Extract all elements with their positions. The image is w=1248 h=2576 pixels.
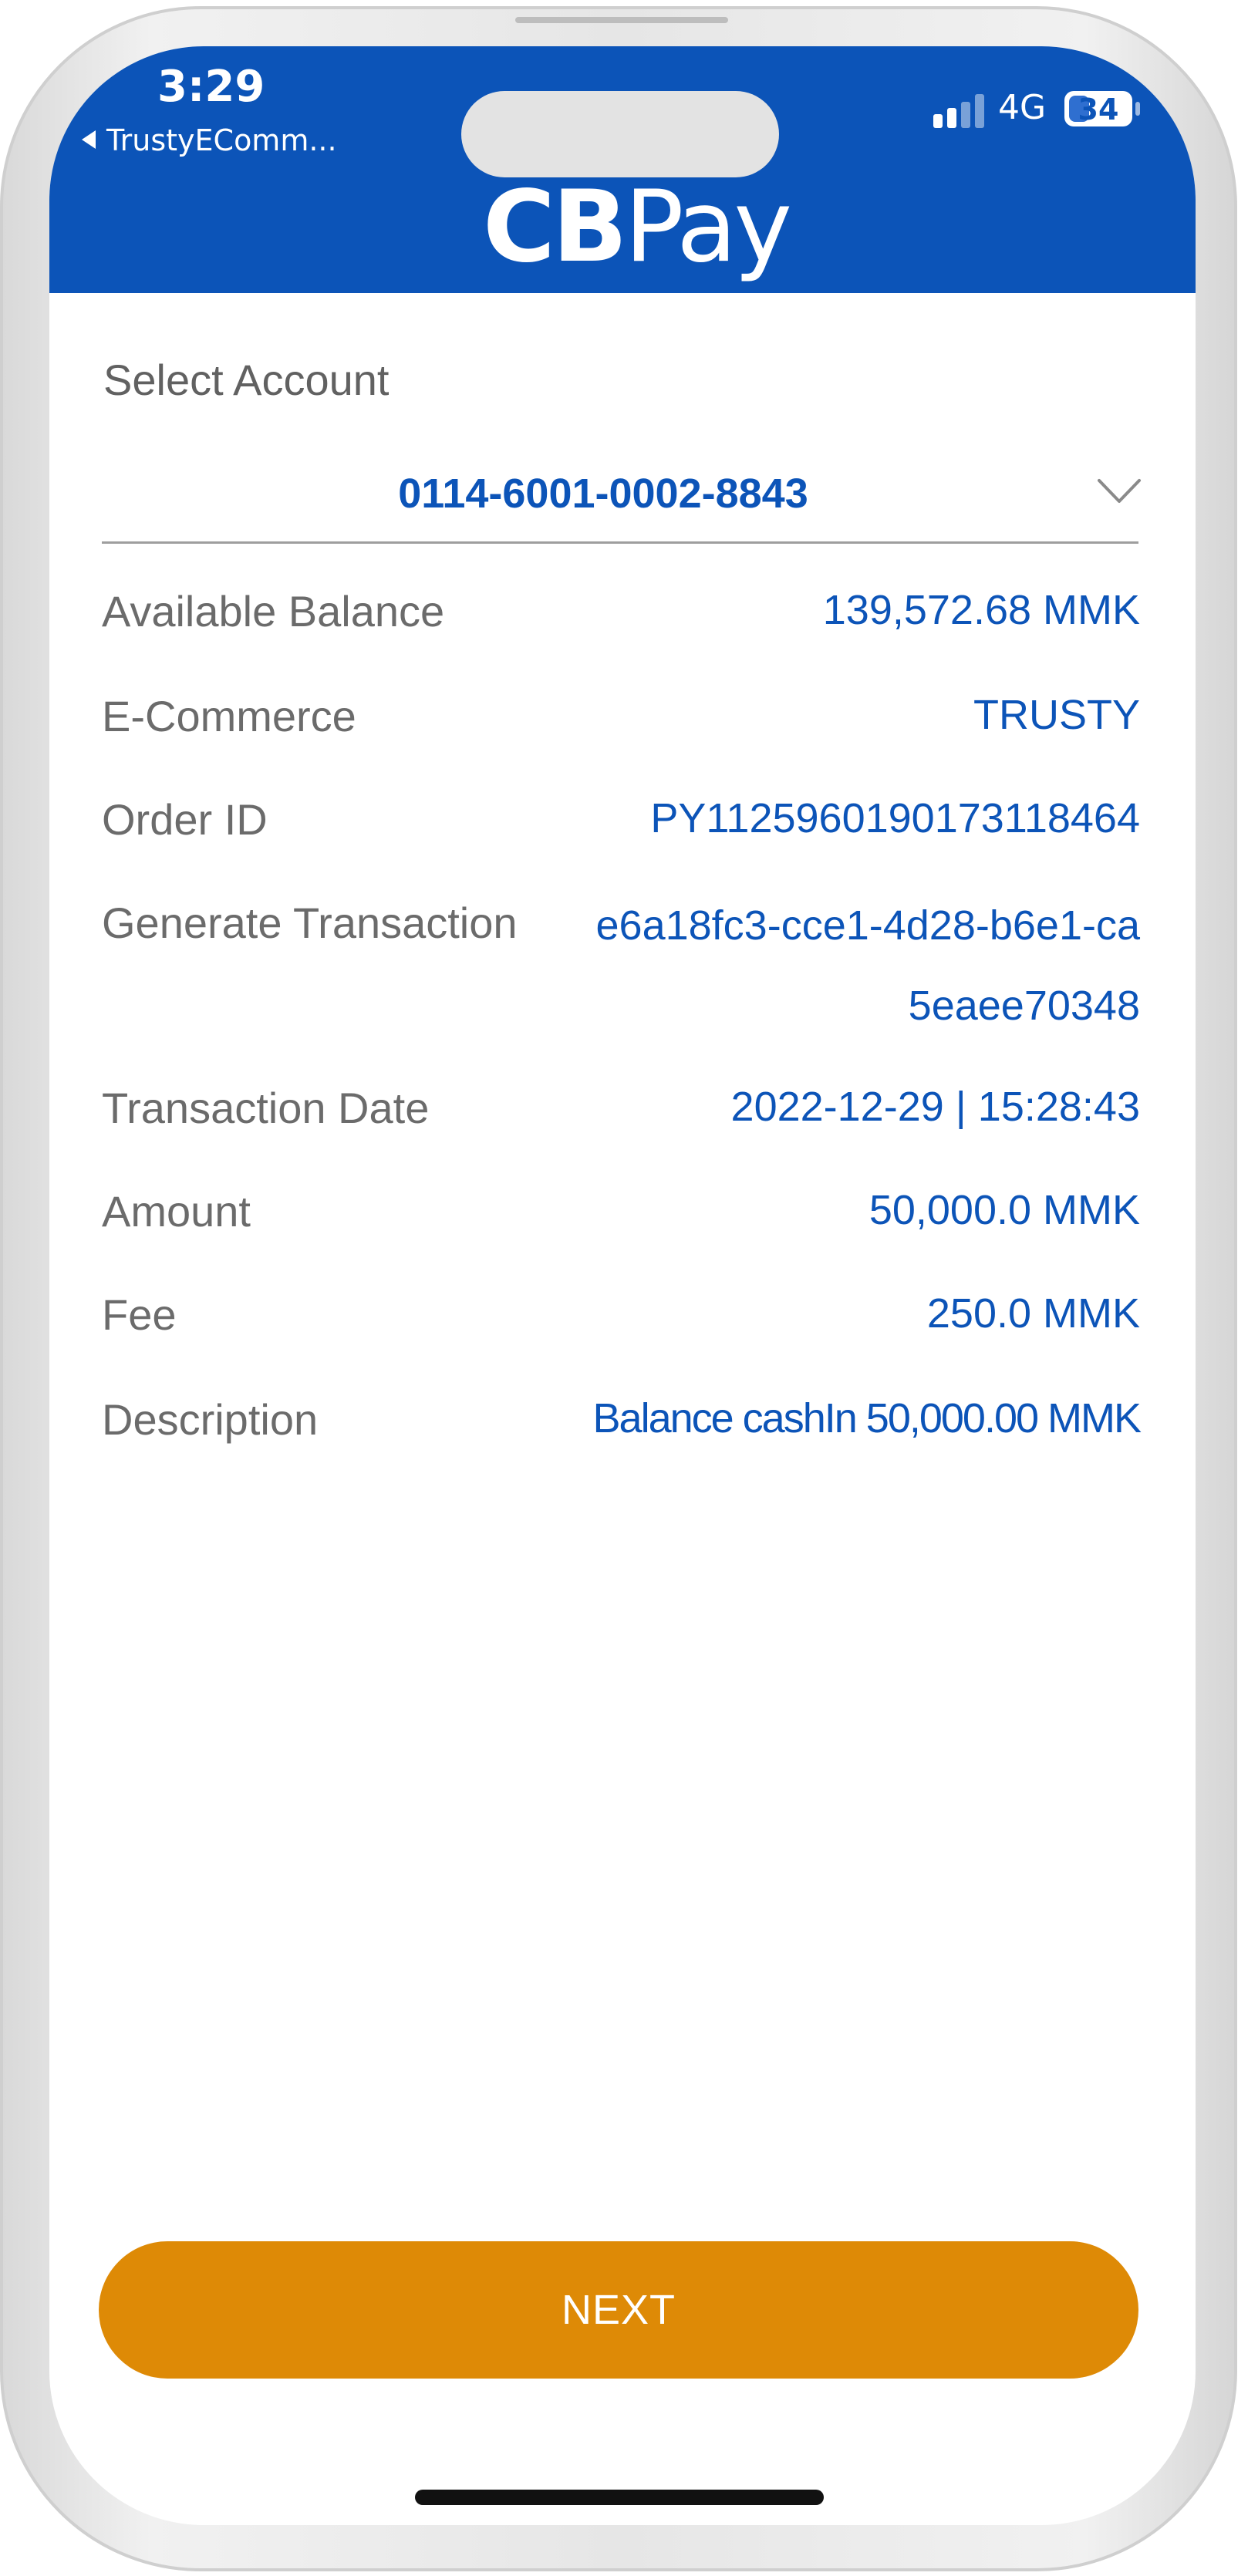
signal-bar bbox=[933, 114, 943, 128]
account-dropdown[interactable]: 0114-6001-0002-8843 bbox=[102, 463, 1141, 544]
fee-value: 250.0 MMK bbox=[926, 1290, 1140, 1337]
app-header: 3:29 TrustyEComm... 4G 34 CBPay bbox=[49, 46, 1196, 293]
battery-percent: 34 bbox=[1078, 93, 1119, 126]
ecommerce-label: E-Commerce bbox=[102, 692, 356, 740]
battery-icon: 34 bbox=[1064, 91, 1132, 126]
cellular-signal-icon bbox=[933, 94, 986, 128]
signal-bar bbox=[961, 102, 970, 128]
back-to-app-link[interactable]: TrustyEComm... bbox=[82, 123, 337, 157]
signal-bar bbox=[975, 94, 984, 128]
dynamic-island bbox=[461, 91, 779, 177]
description-value: Balance cashIn 50,000.00 MMK bbox=[592, 1395, 1142, 1441]
order-id-label: Order ID bbox=[102, 795, 268, 844]
network-type: 4G bbox=[998, 88, 1047, 127]
amount-value: 50,000.0 MMK bbox=[869, 1187, 1140, 1233]
transaction-date-label: Transaction Date bbox=[102, 1084, 430, 1132]
back-app-label: TrustyEComm... bbox=[106, 123, 337, 157]
app-screen: 3:29 TrustyEComm... 4G 34 CBPay Select A… bbox=[49, 46, 1196, 2525]
ecommerce-value: TRUSTY bbox=[973, 692, 1140, 738]
transaction-date-value: 2022-12-29 | 15:28:43 bbox=[730, 1084, 1140, 1130]
logo-cb-text: CB bbox=[483, 170, 627, 285]
available-balance-label: Available Balance bbox=[102, 587, 445, 636]
generate-transaction-label: Generate Transaction bbox=[102, 899, 518, 947]
phone-speaker-line bbox=[515, 17, 728, 23]
selected-account-number: 0114-6001-0002-8843 bbox=[398, 470, 808, 517]
chevron-down-icon bbox=[1098, 479, 1141, 503]
generate-transaction-value: e6a18fc3-cce1-4d28-b6e1-ca5eaee70348 bbox=[595, 902, 1140, 1029]
order-id-value: PY1125960190173118464 bbox=[650, 795, 1140, 841]
next-button[interactable]: NEXT bbox=[99, 2241, 1138, 2379]
logo-pay-text: Pay bbox=[624, 170, 793, 285]
select-account-label: Select Account bbox=[103, 356, 390, 404]
back-arrow-icon bbox=[82, 130, 96, 149]
home-indicator[interactable] bbox=[415, 2490, 824, 2505]
fee-label: Fee bbox=[102, 1290, 177, 1339]
signal-bar bbox=[947, 108, 956, 128]
description-label: Description bbox=[102, 1395, 319, 1444]
battery-cap bbox=[1135, 102, 1140, 116]
cbpay-logo: CBPay bbox=[483, 170, 793, 285]
amount-label: Amount bbox=[102, 1187, 251, 1236]
available-balance-value: 139,572.68 MMK bbox=[822, 587, 1140, 633]
status-time: 3:29 bbox=[157, 62, 265, 112]
